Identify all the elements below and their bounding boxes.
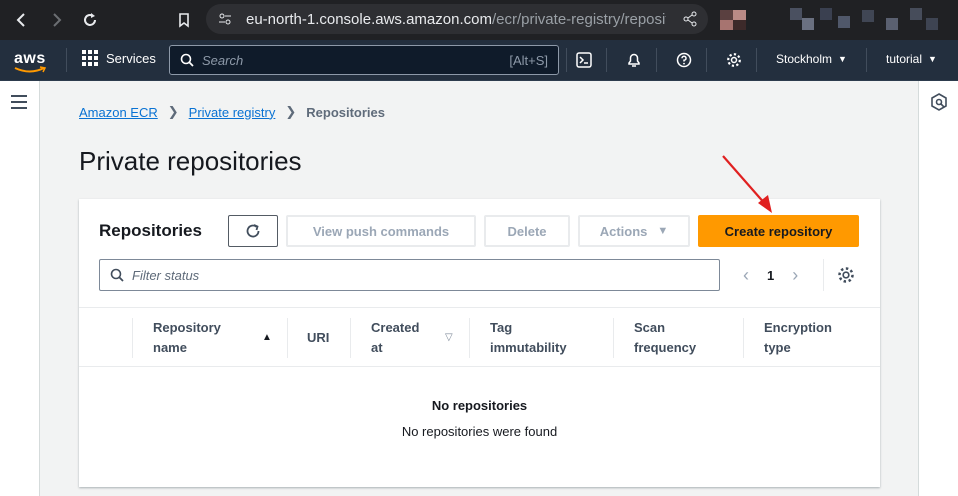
create-repository-button[interactable]: Create repository	[698, 215, 859, 247]
filter-placeholder: Filter status	[132, 267, 200, 283]
share-icon[interactable]	[682, 11, 698, 32]
table-header: Repository name ▲ URI Created at ▽ Tag immu…	[79, 307, 880, 367]
chevron-right-icon: ❯	[285, 104, 297, 119]
pagination: ‹ 1 ›	[743, 265, 798, 286]
empty-state-title: No repositories	[431, 398, 528, 413]
aws-top-navigation: aws Services Search [Alt+S] Stockholm ▼ …	[0, 40, 958, 81]
help-icon[interactable]	[674, 50, 694, 70]
annotation-arrow-icon	[722, 155, 772, 213]
refresh-icon	[246, 224, 260, 238]
column-encryption-type[interactable]: Encryption type	[764, 318, 832, 358]
aws-search-input[interactable]: Search [Alt+S]	[169, 45, 559, 75]
search-icon	[110, 268, 124, 282]
services-label: Services	[106, 50, 156, 66]
forward-icon[interactable]	[42, 6, 70, 34]
hamburger-menu-icon[interactable]	[11, 95, 27, 109]
settings-gear-icon[interactable]	[724, 50, 744, 70]
column-created-at[interactable]: Created at	[371, 318, 419, 358]
region-selector[interactable]: Stockholm ▼	[776, 52, 847, 66]
caret-down-icon: ▼	[657, 225, 669, 237]
breadcrumb-private-registry[interactable]: Private registry	[189, 105, 276, 120]
profile-avatar[interactable]	[720, 10, 746, 30]
caret-down-icon: ▼	[838, 54, 847, 64]
column-scan-frequency[interactable]: Scan frequency	[634, 318, 696, 358]
address-bar[interactable]: eu-north-1.console.aws.amazon.com/ecr/pr…	[206, 4, 708, 34]
bookmark-icon[interactable]	[170, 6, 198, 34]
view-push-commands-button[interactable]: View push commands	[286, 215, 476, 247]
chevron-right-icon[interactable]: ›	[792, 265, 798, 286]
panel-title: Repositories	[99, 221, 202, 240]
chevron-left-icon[interactable]: ‹	[743, 265, 749, 286]
repositories-panel: Repositories View push commands Delete A…	[79, 199, 880, 487]
cloudshell-icon[interactable]	[574, 50, 594, 70]
column-uri[interactable]: URI	[307, 328, 329, 348]
sort-icon[interactable]: ▽	[445, 332, 453, 343]
column-repository-name[interactable]: Repository name	[153, 318, 221, 358]
services-menu-button[interactable]: Services	[82, 50, 156, 66]
sort-ascending-icon[interactable]: ▲	[262, 332, 272, 343]
chevron-right-icon: ❯	[167, 104, 179, 119]
empty-state-message: No repositories were found	[401, 424, 558, 439]
caret-down-icon: ▼	[928, 54, 937, 64]
preferences-gear-icon[interactable]	[837, 266, 855, 289]
aws-logo[interactable]: aws	[14, 50, 46, 73]
services-grid-icon	[82, 50, 98, 66]
side-navigation-rail	[0, 81, 40, 496]
page-title: Private repositories	[79, 146, 302, 176]
tools-panel-rail	[918, 81, 958, 496]
actions-dropdown-button[interactable]: Actions ▼	[578, 215, 690, 247]
filter-status-input[interactable]: Filter status	[99, 259, 720, 291]
help-panel-icon[interactable]	[930, 93, 948, 116]
browser-toolbar: eu-north-1.console.aws.amazon.com/ecr/pr…	[0, 0, 958, 40]
site-info-icon[interactable]	[218, 12, 232, 31]
breadcrumb-amazon-ecr[interactable]: Amazon ECR	[79, 105, 158, 120]
search-icon	[180, 53, 194, 67]
page-number[interactable]: 1	[767, 268, 774, 283]
account-menu[interactable]: tutorial ▼	[886, 52, 937, 66]
search-placeholder: Search	[202, 52, 244, 68]
region-label: Stockholm	[776, 52, 833, 66]
delete-button[interactable]: Delete	[484, 215, 570, 247]
breadcrumb: Amazon ECR ❯ Private registry ❯ Reposito…	[79, 104, 385, 120]
back-icon[interactable]	[8, 6, 36, 34]
account-label: tutorial	[886, 52, 923, 66]
refresh-button[interactable]	[228, 215, 278, 247]
search-shortcut: [Alt+S]	[509, 52, 548, 68]
column-tag-immutability[interactable]: Tag immutability	[490, 318, 567, 358]
breadcrumb-current: Repositories	[306, 104, 386, 120]
url-text: eu-north-1.console.aws.amazon.com/ecr/pr…	[246, 10, 666, 28]
notifications-bell-icon[interactable]	[624, 50, 644, 70]
extension-icons[interactable]	[790, 6, 940, 34]
reload-icon[interactable]	[76, 6, 104, 34]
